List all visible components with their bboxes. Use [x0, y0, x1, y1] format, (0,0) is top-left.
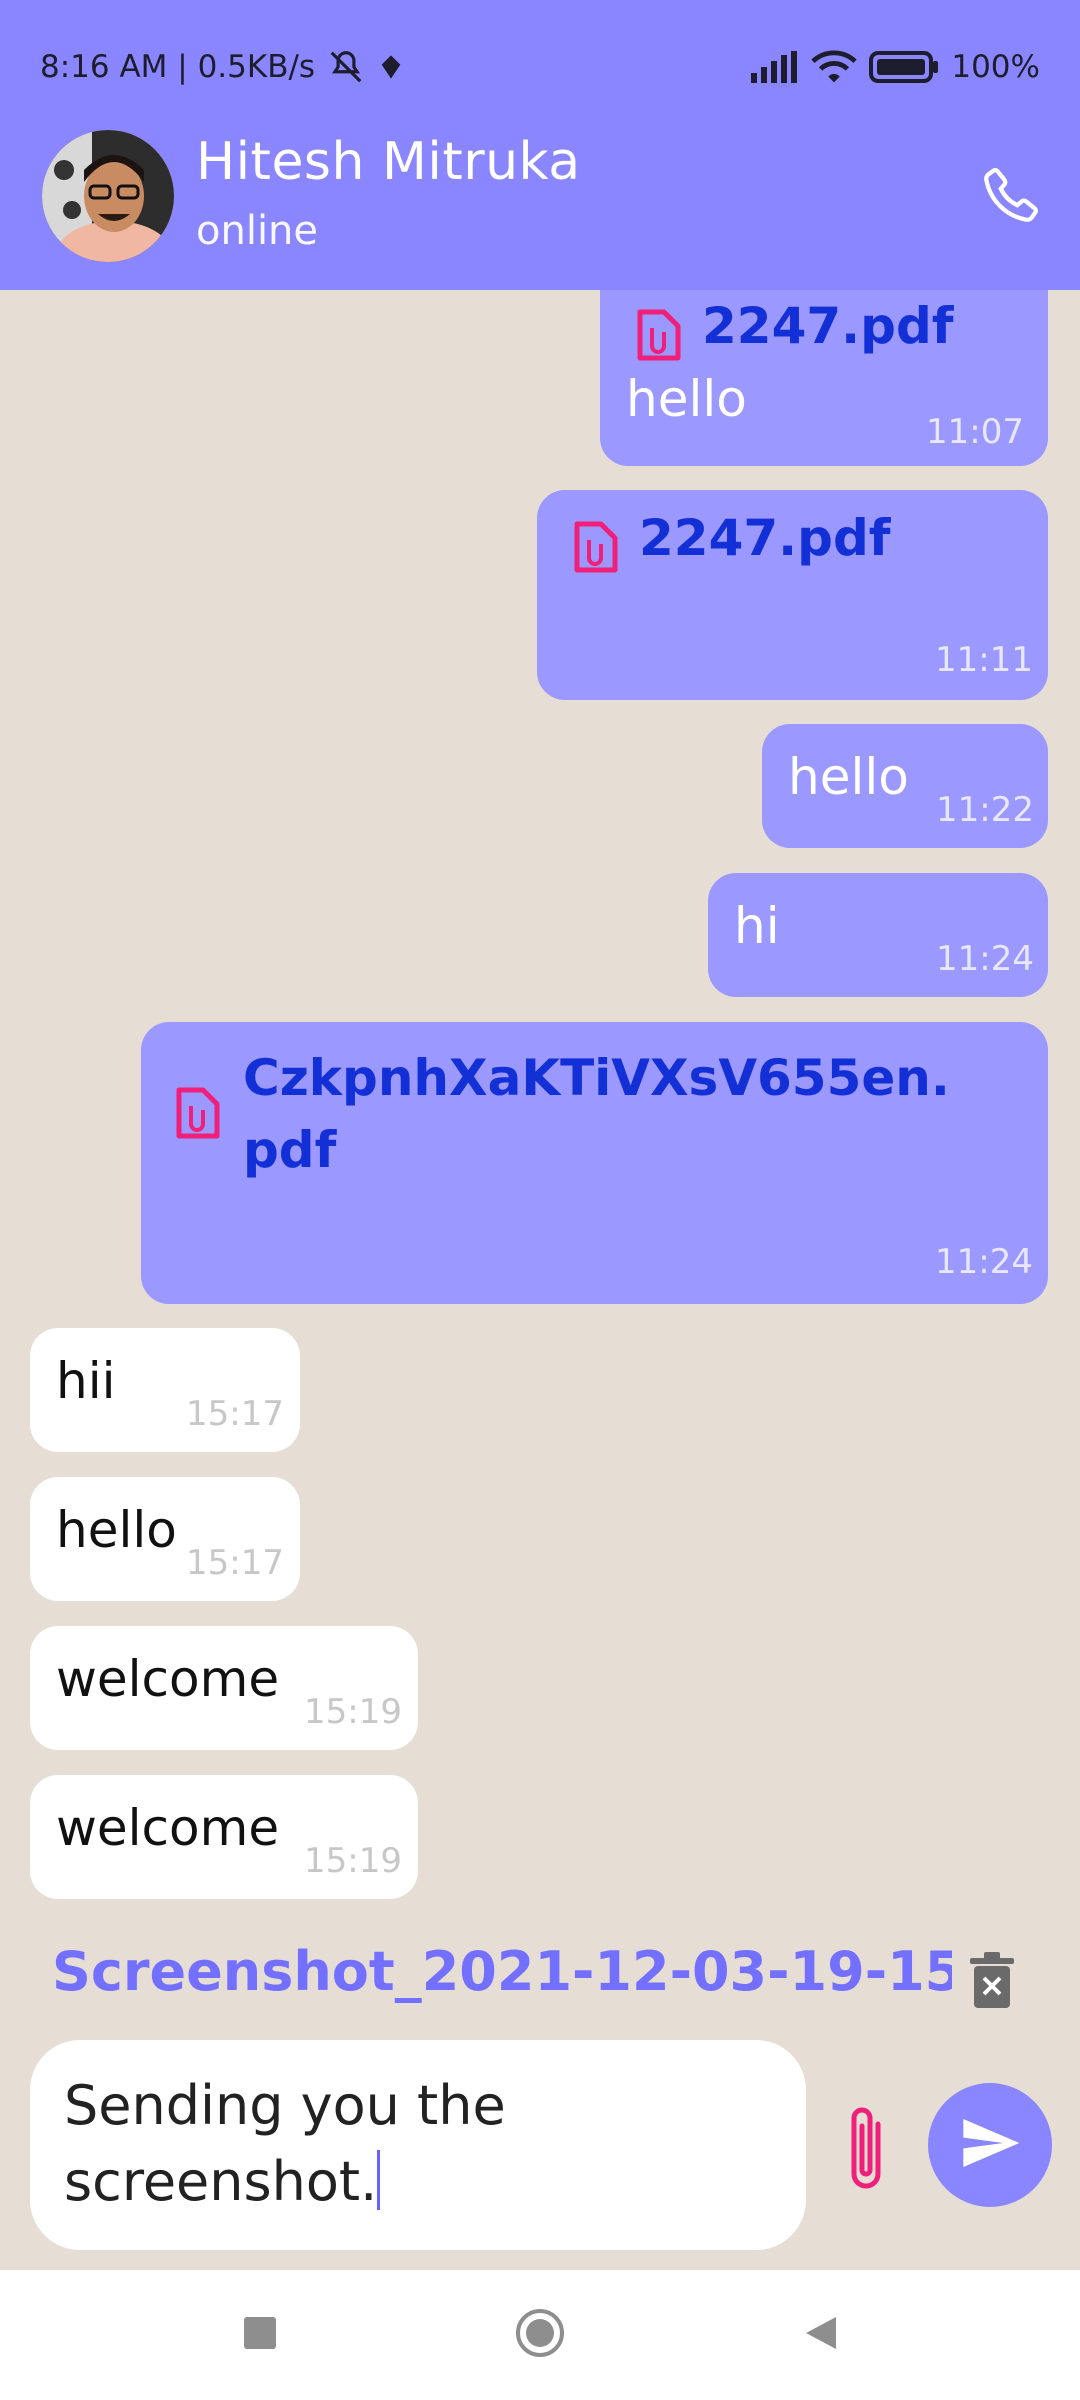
- message-time: 11:24: [935, 1242, 1033, 1282]
- avatar[interactable]: [42, 130, 174, 262]
- message-time: 15:17: [186, 1394, 284, 1434]
- message-text: hii: [56, 1352, 116, 1410]
- contact-name[interactable]: Hitesh Mitruka: [196, 132, 581, 192]
- trash-icon: [966, 1952, 1018, 2014]
- paperclip-icon: [838, 2107, 898, 2204]
- battery-icon: [869, 50, 939, 84]
- status-time-speed: 8:16 AM | 0.5KB/s: [40, 49, 316, 85]
- square-icon: [242, 2315, 278, 2355]
- phone-icon: [980, 162, 1044, 230]
- message-text: hello: [56, 1501, 177, 1559]
- message-text: welcome: [56, 1650, 280, 1708]
- file-icon: [634, 306, 684, 368]
- back-button[interactable]: [790, 2305, 850, 2365]
- message-bubble-outgoing[interactable]: CzkpnhXaKTiVXsV655en. pdf 11:24: [141, 1022, 1048, 1304]
- file-icon: [571, 518, 621, 580]
- battery-level: 100%: [951, 49, 1040, 85]
- remove-attachment-button[interactable]: [966, 1950, 1018, 2010]
- message-input[interactable]: Sending you the screenshot.: [30, 2040, 806, 2250]
- system-navigation-bar: [0, 2270, 1080, 2400]
- text-caret: [377, 2150, 381, 2210]
- message-time: 11:22: [936, 790, 1034, 830]
- wifi-icon: [811, 49, 858, 85]
- message-time: 11:11: [935, 640, 1033, 680]
- message-bubble-incoming[interactable]: hello 15:17: [30, 1477, 300, 1601]
- message-text: welcome: [56, 1799, 280, 1857]
- message-bubble-outgoing[interactable]: 2247.pdf 11:11: [537, 490, 1048, 700]
- recents-button[interactable]: [230, 2305, 290, 2365]
- message-bubble-outgoing[interactable]: hello 11:22: [762, 724, 1048, 848]
- attach-button[interactable]: [838, 2100, 898, 2200]
- message-text: hello: [788, 748, 909, 806]
- message-time: 15:17: [186, 1543, 284, 1583]
- message-time: 15:19: [304, 1692, 402, 1732]
- call-button[interactable]: [976, 160, 1048, 232]
- message-bubble-incoming[interactable]: welcome 15:19: [30, 1626, 418, 1750]
- message-text: hello: [626, 370, 747, 428]
- message-time: 11:24: [936, 939, 1034, 979]
- signal-icon: [749, 51, 799, 83]
- message-input-text: Sending you the screenshot.: [64, 2074, 506, 2213]
- message-text: hi: [734, 897, 780, 955]
- message-bubble-outgoing[interactable]: hi 11:24: [708, 873, 1048, 997]
- mute-icon: [327, 48, 365, 86]
- status-bar: 8:16 AM | 0.5KB/s 100%: [40, 42, 1040, 92]
- message-time: 11:07: [926, 412, 1024, 452]
- contact-status: online: [196, 208, 319, 254]
- chat-header: 8:16 AM | 0.5KB/s 100% Hitesh Mitruka on…: [0, 0, 1080, 290]
- send-icon: [958, 2111, 1022, 2179]
- file-name-link[interactable]: 2247.pdf: [702, 290, 954, 362]
- back-triangle-icon: [800, 2313, 840, 2357]
- file-name-link[interactable]: 2247.pdf: [639, 502, 891, 574]
- home-button[interactable]: [510, 2305, 570, 2365]
- circle-icon: [514, 2307, 566, 2363]
- message-bubble-incoming[interactable]: welcome 15:19: [30, 1775, 418, 1899]
- file-name-link[interactable]: CzkpnhXaKTiVXsV655en. pdf: [243, 1042, 950, 1186]
- send-button[interactable]: [928, 2083, 1052, 2207]
- file-icon: [173, 1084, 223, 1146]
- message-time: 15:19: [304, 1841, 402, 1881]
- message-bubble-outgoing[interactable]: 2247.pdf hello 11:07: [600, 290, 1048, 466]
- attachment-preview-name[interactable]: Screenshot_2021-12-03-19-15-1...: [52, 1940, 952, 2020]
- message-bubble-incoming[interactable]: hii 15:17: [30, 1328, 300, 1452]
- data-saver-icon: [377, 53, 405, 81]
